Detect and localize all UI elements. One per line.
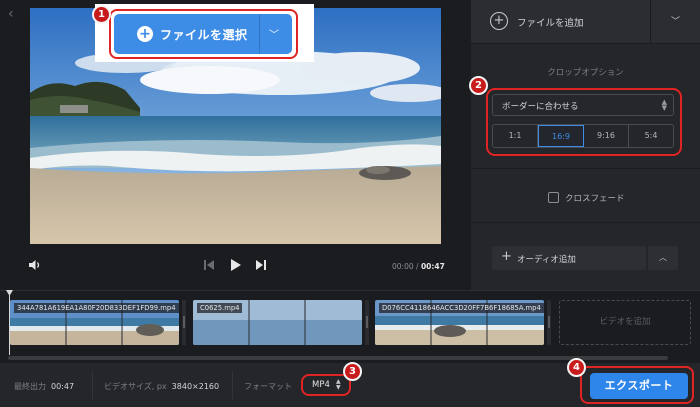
playhead[interactable] [9,291,10,355]
add-audio-button[interactable]: + オーディオ追加 [492,246,646,270]
volume-icon[interactable] [28,258,42,272]
back-arrow-icon[interactable]: ‹ [8,6,14,22]
time-separator: / [416,262,419,271]
playback-time: 00:00 / 00:47 [392,262,445,271]
add-audio-label: オーディオ追加 [517,255,576,265]
crop-options-title: クロップオプション [547,68,624,78]
chevron-up-icon[interactable]: ︿ [648,246,678,270]
play-icon[interactable] [229,258,242,272]
add-video-slot[interactable]: ビデオを追加 [559,300,691,345]
clip-trim-handle[interactable] [365,300,369,345]
plus-circle-icon: + [490,12,508,30]
add-file-button[interactable]: + ファイルを追加 ﹀ [471,0,700,44]
final-output-value: 00:47 [51,382,75,391]
final-output-stat: 最終出力 00:47 [14,381,74,392]
previous-frame-icon[interactable] [203,259,215,271]
video-size-value: 3840×2160 [171,382,220,391]
format-label: フォーマット [244,382,292,391]
panel-divider [471,168,700,169]
video-size-stat: ビデオサイズ, px 3840×2160 [104,381,219,392]
step-badge-4: 4 [567,358,586,377]
add-file-label: ファイルを追加 [517,18,584,29]
bar-divider [232,371,233,399]
final-output-label: 最終出力 [14,382,46,391]
panel-divider [471,222,700,223]
timeline-clip-1[interactable]: 344A781A619EA1A80F20D833DEF1FD99.mp4 [10,300,179,345]
highlight-outline-1 [109,9,298,59]
total-time: 00:47 [420,262,445,271]
step-badge-1: 1 [92,5,111,24]
button-divider [650,0,651,44]
highlight-outline-4 [580,366,694,404]
highlight-outline-2 [486,88,682,156]
next-frame-icon[interactable] [255,259,267,271]
crossfade-label: クロスフェード [565,194,625,204]
clip-trim-handle[interactable] [547,300,551,345]
clip-filename: 344A781A619EA1A80F20D833DEF1FD99.mp4 [14,303,179,313]
clip-filename: C0625.mp4 [197,303,243,313]
timeline-scrollbar[interactable] [8,356,668,360]
step-badge-2: 2 [469,76,488,95]
clip-filename: D076CC4118646ACC3D20FF7B6F18685A.mp4 [379,303,544,313]
plus-icon: + [501,249,512,264]
crossfade-checkbox[interactable] [548,192,559,203]
video-size-label: ビデオサイズ, px [104,382,167,391]
timeline-clip-2[interactable]: C0625.mp4 [193,300,362,345]
current-time: 00:00 [392,262,414,271]
step-badge-3: 3 [343,362,362,381]
timeline-clip-3[interactable]: D076CC4118646ACC3D20FF7B6F18685A.mp4 [375,300,544,345]
bar-divider [92,371,93,399]
highlight-outline-3 [301,374,351,396]
clip-trim-handle[interactable] [182,300,186,345]
chevron-down-icon[interactable]: ﹀ [671,14,680,27]
format-stat: フォーマット [244,381,292,392]
